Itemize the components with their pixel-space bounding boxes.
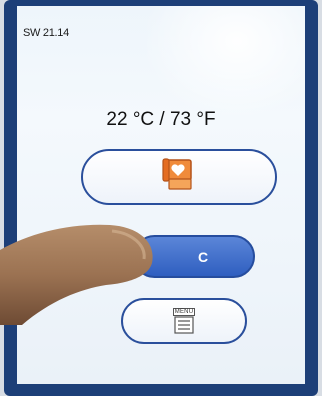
menu-list-icon: MENU bbox=[172, 308, 196, 334]
software-version: SW 21.14 bbox=[23, 27, 69, 39]
temperature-readout: 22 °C / 73 °F bbox=[106, 109, 216, 130]
screen-glare bbox=[147, 6, 305, 116]
clear-button[interactable]: C bbox=[133, 235, 255, 278]
menu-button[interactable]: MENU bbox=[121, 298, 247, 344]
menu-button-label: MENU bbox=[172, 308, 196, 316]
clear-button-label: C bbox=[197, 248, 209, 265]
touch-screen: SW 21.14 22 °C / 73 °F C MENU bbox=[17, 6, 305, 384]
heart-button[interactable] bbox=[81, 149, 277, 205]
heart-card-icon bbox=[161, 157, 197, 198]
